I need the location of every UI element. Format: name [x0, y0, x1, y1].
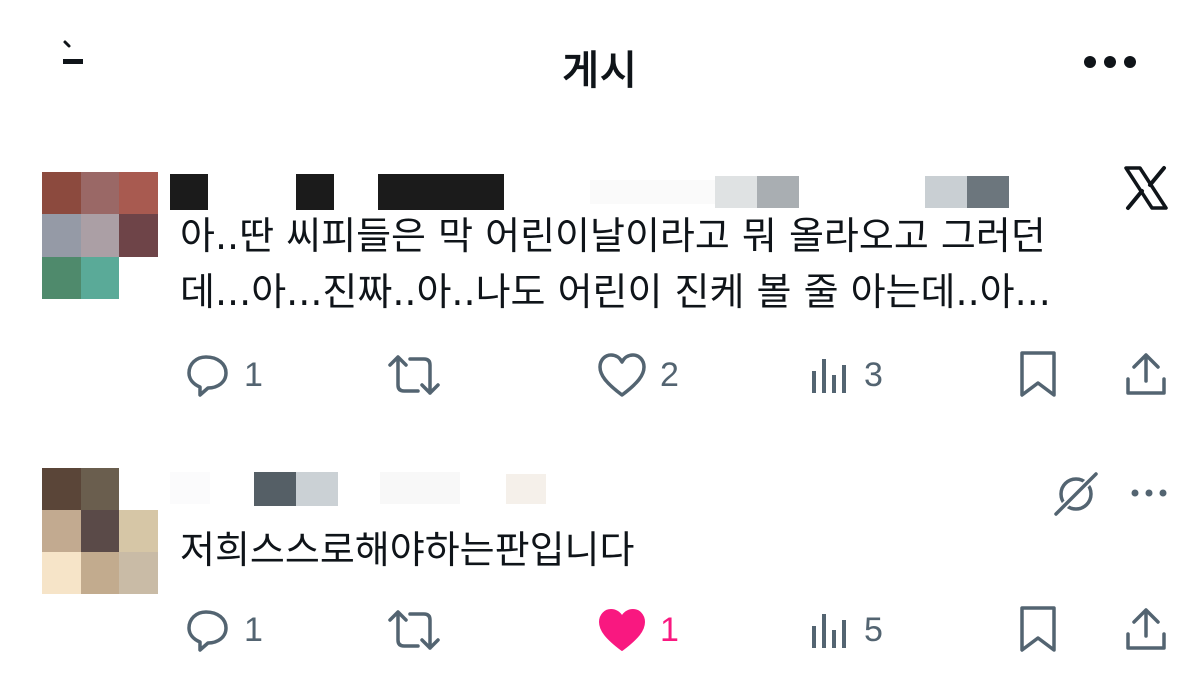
- more-horizontal-icon: [1131, 489, 1167, 497]
- reply-count: 1: [244, 610, 263, 649]
- views-chart-icon: [812, 614, 846, 648]
- repost-button[interactable]: [386, 600, 454, 660]
- author-name-blurred[interactable]: [170, 468, 610, 508]
- bookmark-icon: [1020, 351, 1056, 397]
- page-title: 게시: [562, 48, 638, 94]
- reply-button[interactable]: 1: [184, 600, 263, 660]
- like-count: 2: [660, 355, 679, 394]
- views-button[interactable]: 3: [808, 345, 883, 405]
- repost-button[interactable]: [386, 345, 454, 405]
- bookmark-icon: [1020, 606, 1056, 652]
- reply-icon: [187, 355, 228, 397]
- post-more-button[interactable]: [1125, 478, 1173, 508]
- heart-filled-icon: [599, 609, 645, 651]
- post-text: 저희스스로해야하는판입니다: [180, 528, 635, 572]
- bookmark-button[interactable]: [1014, 345, 1062, 405]
- views-button[interactable]: 5: [808, 600, 883, 660]
- like-count: 1: [660, 610, 679, 649]
- share-button[interactable]: [1122, 600, 1170, 660]
- avatar[interactable]: [42, 172, 158, 299]
- heart-icon: [598, 353, 646, 397]
- author-name-blurred[interactable]: [170, 172, 1040, 212]
- post-actions: 1 1 5: [0, 600, 1200, 660]
- reply-button[interactable]: 1: [184, 345, 263, 405]
- share-icon: [1126, 608, 1166, 650]
- share-button[interactable]: [1122, 345, 1170, 405]
- repost-icon: [388, 610, 440, 650]
- like-button[interactable]: 2: [596, 345, 679, 405]
- reply-icon: [187, 610, 228, 652]
- repost-icon: [388, 355, 440, 395]
- share-icon: [1126, 353, 1166, 395]
- post-item[interactable]: 저희스스로해야하는판입니다 1 1 5: [0, 460, 1200, 678]
- views-count: 5: [864, 610, 883, 649]
- top-bar: 게시: [0, 0, 1200, 125]
- post-item[interactable]: 아..딴 씨피들은 막 어린이날이라고 뭐 올라오고 그러던 데...아...진…: [0, 160, 1200, 420]
- post-actions: 1 2 3: [0, 345, 1200, 405]
- reply-count: 1: [244, 355, 263, 394]
- bookmark-button[interactable]: [1014, 600, 1062, 660]
- more-horizontal-icon: [1084, 56, 1136, 68]
- more-options-button[interactable]: [1078, 38, 1142, 86]
- like-button[interactable]: 1: [596, 600, 679, 660]
- grok-icon[interactable]: [1050, 468, 1102, 520]
- views-count: 3: [864, 355, 883, 394]
- views-chart-icon: [812, 359, 846, 393]
- post-text: 아..딴 씨피들은 막 어린이날이라고 뭐 올라오고 그러던 데...아...진…: [180, 214, 1051, 314]
- avatar[interactable]: [42, 468, 158, 594]
